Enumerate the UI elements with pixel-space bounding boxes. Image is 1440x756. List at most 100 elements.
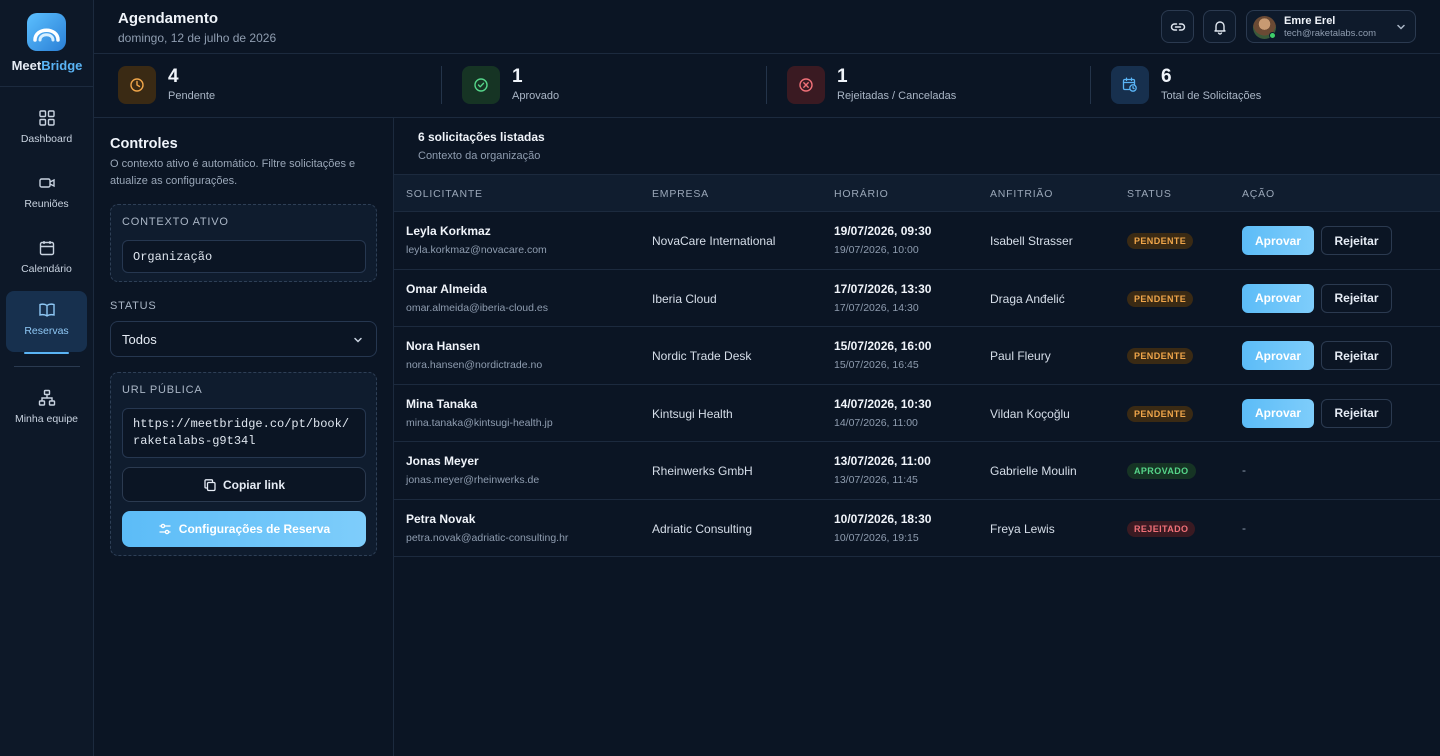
end-time: 17/07/2026, 14:30 <box>834 301 919 314</box>
table-row: Nora Hansen nora.hansen@nordictrade.no N… <box>394 327 1440 385</box>
active-context-card: CONTEXTO ATIVO Organização <box>110 204 377 282</box>
booking-settings-button[interactable]: Configurações de Reserva <box>122 511 366 547</box>
column-header-anfitriao: ANFITRIÃO <box>990 188 1054 200</box>
stat-divider <box>441 66 442 104</box>
column-header-status: STATUS <box>1127 188 1172 200</box>
public-url-card: URL PÚBLICA https://meetbridge.co/pt/boo… <box>110 372 377 556</box>
approve-button[interactable]: Aprovar <box>1242 226 1314 255</box>
url-line: https://meetbridge.co/pt/book/ <box>133 417 350 431</box>
table-header: SOLICITANTE EMPRESA HORÁRIO ANFITRIÃO ST… <box>394 174 1440 212</box>
sidebar-item-label: Reservas <box>24 325 69 337</box>
approve-button[interactable]: Aprovar <box>1242 283 1314 313</box>
copy-link-button[interactable]: Copiar link <box>122 467 366 502</box>
reject-button[interactable]: Rejeitar <box>1321 341 1392 370</box>
requester-email: jonas.meyer@rheinwerks.de <box>406 474 540 486</box>
requester-name: Mina Tanaka <box>406 396 478 411</box>
requester-email: omar.almeida@iberia-cloud.es <box>406 301 548 314</box>
logo-icon[interactable] <box>27 13 66 51</box>
link-button[interactable] <box>1161 10 1194 43</box>
team-icon <box>38 389 55 406</box>
public-url-field[interactable]: https://meetbridge.co/pt/book/ raketalab… <box>122 408 366 458</box>
url-line: raketalabs-g9t34l <box>133 434 256 448</box>
host: Isabell Strasser <box>990 234 1073 248</box>
user-menu[interactable]: Emre Erel tech@raketalabs.com <box>1246 10 1416 43</box>
reject-button[interactable]: Rejeitar <box>1321 283 1392 313</box>
stat-value: 6 <box>1161 66 1172 87</box>
x-circle-icon <box>787 66 825 104</box>
end-time: 19/07/2026, 10:00 <box>834 244 919 256</box>
link-icon <box>1170 22 1185 31</box>
reject-button[interactable]: Rejeitar <box>1321 226 1392 255</box>
user-email: tech@raketalabs.com <box>1284 28 1377 39</box>
start-time: 19/07/2026, 09:30 <box>834 224 932 238</box>
sidebar-item-calendario[interactable]: Calendário <box>6 229 87 290</box>
sidebar-item-label: Minha equipe <box>14 413 79 425</box>
column-header-solicitante: SOLICITANTE <box>406 188 483 200</box>
requester-name: Jonas Meyer <box>406 454 479 468</box>
chevron-down-icon <box>1397 24 1405 30</box>
column-header-horario: HORÁRIO <box>834 188 889 200</box>
column-header-acao: AÇÃO <box>1242 188 1275 200</box>
stat-label: Total de Solicitações <box>1161 90 1262 102</box>
host: Draga Anđelić <box>990 291 1065 306</box>
requester-name: Leyla Korkmaz <box>406 224 491 238</box>
sidebar-item-minha-equipe[interactable]: Minha equipe <box>6 379 87 440</box>
requester-name: Petra Novak <box>406 511 476 526</box>
sidebar-item-label: Reuniões <box>24 198 69 210</box>
controls-title: Controles <box>110 136 178 152</box>
end-time: 10/07/2026, 19:15 <box>834 531 919 544</box>
bell-icon <box>1213 20 1226 35</box>
column-header-empresa: EMPRESA <box>652 188 709 200</box>
status-badge: PENDENTE <box>1127 405 1194 422</box>
stat-value: 1 <box>512 66 523 87</box>
top-header: Agendamento domingo, 12 de julho de 2026… <box>94 0 1440 54</box>
book-icon <box>38 303 55 317</box>
list-subtitle: Contexto da organização <box>418 150 541 162</box>
chevron-down-icon <box>354 337 362 343</box>
stat-label: Aprovado <box>512 90 560 102</box>
status-badge: PENDENTE <box>1127 290 1194 307</box>
stat-value: 4 <box>168 66 179 87</box>
company: Rheinwerks GmbH <box>652 464 753 478</box>
booking-settings-label: Configurações de Reserva <box>178 522 331 536</box>
stat-label: Pendente <box>168 90 216 102</box>
status-select[interactable]: Todos <box>110 321 377 357</box>
status-badge: PENDENTE <box>1127 233 1194 249</box>
stat-divider <box>766 66 767 104</box>
url-label: URL PÚBLICA <box>122 384 203 396</box>
context-field: Organização <box>122 240 366 273</box>
company: Iberia Cloud <box>652 291 717 306</box>
requester-email: mina.tanaka@kintsugi-health.jp <box>406 416 553 429</box>
sidebar-item-dashboard[interactable]: Dashboard <box>6 99 87 160</box>
page-title: Agendamento <box>118 10 219 27</box>
sidebar: MeetBridge Dashboard Reuniões Calendário… <box>0 0 94 756</box>
requester-email: nora.hansen@nordictrade.no <box>406 359 543 371</box>
context-label: CONTEXTO ATIVO <box>122 216 229 228</box>
stat-value: 1 <box>837 66 848 87</box>
table-row: Omar Almeida omar.almeida@iberia-cloud.e… <box>394 270 1440 327</box>
sidebar-item-reunioes[interactable]: Reuniões <box>6 164 87 225</box>
approve-button[interactable]: Aprovar <box>1242 398 1314 428</box>
sidebar-divider <box>0 86 94 87</box>
company: Adriatic Consulting <box>652 521 753 536</box>
requester-email: petra.novak@adriatic-consulting.hr <box>406 531 569 544</box>
calendar-clock-icon <box>1111 66 1149 104</box>
host: Paul Fleury <box>990 349 1051 363</box>
notifications-button[interactable] <box>1203 10 1236 43</box>
sliders-icon <box>159 523 171 535</box>
online-status-dot <box>1269 32 1276 39</box>
requester-email: leyla.korkmaz@novacare.com <box>406 244 547 256</box>
start-time: 13/07/2026, 11:00 <box>834 454 931 468</box>
requester-name: Nora Hansen <box>406 339 481 353</box>
status-label: STATUS <box>110 300 157 312</box>
start-time: 17/07/2026, 13:30 <box>834 281 932 296</box>
reject-button[interactable]: Rejeitar <box>1321 398 1392 428</box>
user-name: Emre Erel <box>1284 15 1336 27</box>
approve-button[interactable]: Aprovar <box>1242 341 1314 370</box>
stat-divider <box>1090 66 1091 104</box>
status-badge: APROVADO <box>1127 463 1196 479</box>
sidebar-item-reservas[interactable]: Reservas <box>6 291 87 354</box>
host: Vildan Koçoğlu <box>990 406 1070 421</box>
company: Nordic Trade Desk <box>652 349 752 363</box>
end-time: 14/07/2026, 11:00 <box>834 416 918 429</box>
